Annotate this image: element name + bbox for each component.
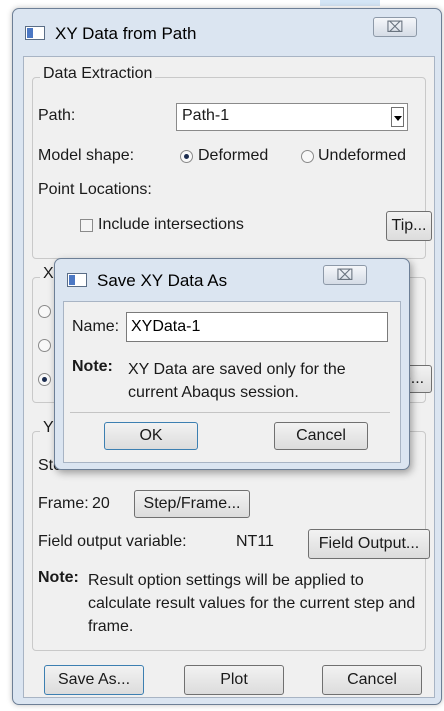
x-option-radio-3[interactable]: [38, 373, 51, 386]
dialog-title: Save XY Data As: [97, 271, 228, 290]
dialog-close-button[interactable]: ⌧: [323, 265, 367, 285]
name-label: Name:: [72, 318, 120, 335]
tip-button[interactable]: Tip...: [386, 211, 432, 241]
ok-button[interactable]: OK: [104, 422, 198, 450]
path-dropdown[interactable]: Path-1: [176, 103, 408, 131]
frame-value: 20: [92, 495, 110, 512]
radio-undeformed-label[interactable]: Undeformed: [318, 147, 406, 165]
close-icon: ⌧: [386, 19, 404, 36]
app-icon: [25, 26, 45, 40]
radio-undeformed[interactable]: [301, 150, 314, 163]
x-option-radio-1[interactable]: [38, 305, 51, 318]
save-as-button[interactable]: Save As...: [44, 665, 144, 695]
field-output-label: Field output variable:: [38, 533, 187, 550]
include-intersections-checkbox[interactable]: [80, 219, 93, 232]
dialog-note-text: XY Data are saved only for the current A…: [128, 361, 346, 401]
close-button[interactable]: ⌧: [373, 17, 417, 37]
plot-button[interactable]: Plot: [184, 665, 284, 695]
dialog-separator: [70, 412, 390, 413]
path-dropdown-value: Path-1: [182, 107, 230, 124]
y-note-text: Result option settings will be applied t…: [88, 572, 416, 635]
step-frame-button[interactable]: Step/Frame...: [134, 490, 250, 518]
data-extraction-legend: Data Extraction: [40, 65, 156, 83]
close-icon: ⌧: [336, 267, 354, 284]
radio-deformed[interactable]: [180, 150, 193, 163]
chevron-down-icon[interactable]: [391, 107, 404, 127]
dialog-note-label: Note:: [72, 358, 113, 375]
model-shape-label: Model shape:: [38, 147, 135, 164]
path-label: Path:: [38, 107, 76, 124]
radio-deformed-label[interactable]: Deformed: [198, 147, 268, 165]
window-title: XY Data from Path: [55, 24, 197, 43]
background-artifact: [320, 0, 380, 6]
field-output-button[interactable]: Field Output...: [308, 529, 430, 559]
cancel-button[interactable]: Cancel: [322, 665, 422, 695]
dialog-body: Name: Note: XY Data are saved only for t…: [63, 301, 401, 463]
dialog-cancel-button[interactable]: Cancel: [274, 422, 368, 450]
y-note-label: Note:: [38, 569, 79, 586]
point-locations-label: Point Locations:: [38, 181, 152, 198]
x-option-radio-2[interactable]: [38, 339, 51, 352]
save-xy-data-dialog: Save XY Data As ⌧ Name: Note: XY Data ar…: [54, 258, 410, 470]
frame-label: Frame:: [38, 495, 89, 512]
dialog-app-icon: [67, 273, 87, 287]
include-intersections-label[interactable]: Include intersections: [98, 216, 244, 234]
field-output-value: NT11: [236, 533, 274, 550]
name-input[interactable]: [126, 312, 388, 342]
